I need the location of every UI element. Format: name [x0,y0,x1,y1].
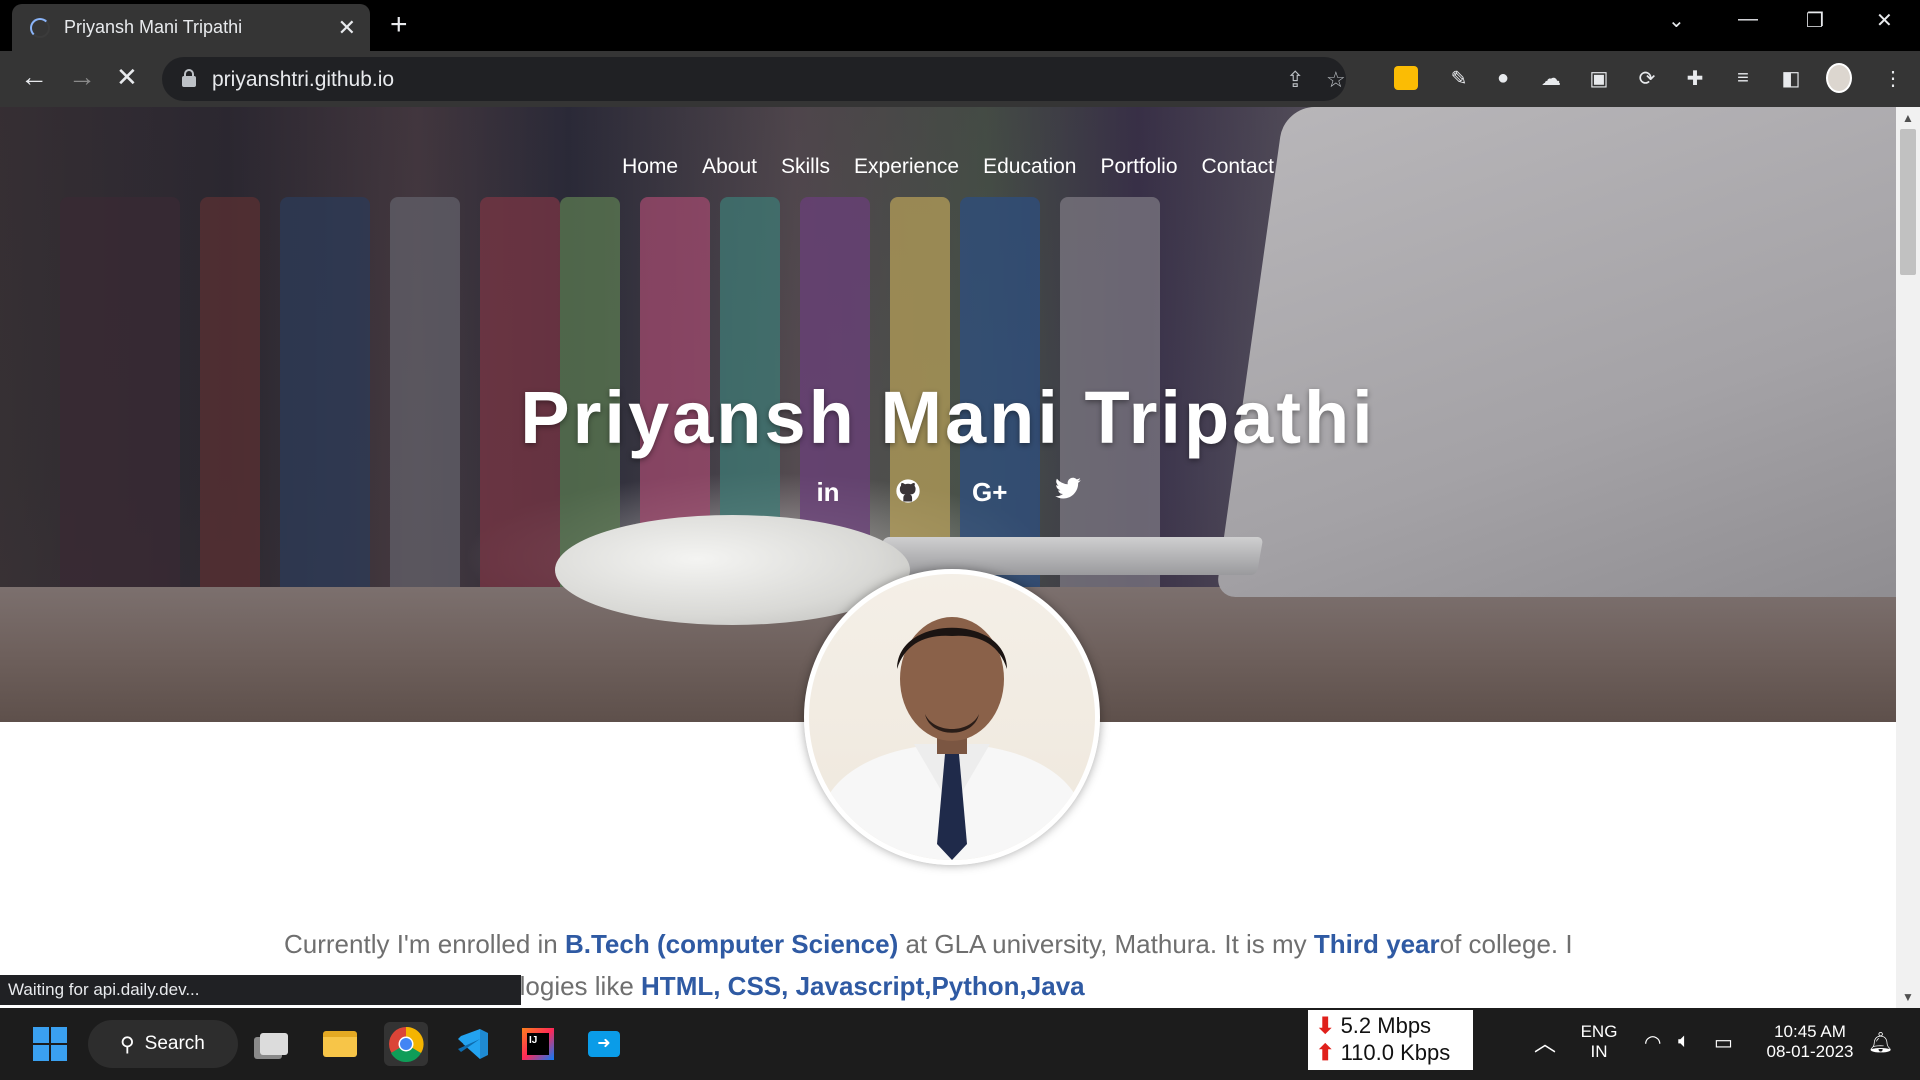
social-links: in G+ [0,477,1896,512]
battery-icon[interactable]: ▭ [1714,1030,1733,1055]
nav-about[interactable]: About [702,155,757,179]
browser-tab[interactable]: Priyansh Mani Tripathi ✕ [12,4,370,51]
close-window-button[interactable]: ✕ [1876,8,1893,33]
twitter-icon[interactable] [1052,477,1084,512]
extension-cloud-icon[interactable]: ☁ [1538,65,1564,91]
extension-pip-icon[interactable]: ▣ [1586,65,1612,91]
profile-photo [804,569,1100,865]
scroll-down-arrow-icon[interactable]: ▼ [1896,990,1920,1004]
forward-button[interactable]: → [68,63,96,91]
share-icon[interactable]: ⇪ [1286,67,1304,93]
page-scrollbar[interactable]: ▲ ▼ [1896,107,1920,1008]
chrome-menu-icon[interactable]: ⋮ [1880,65,1906,91]
media-control-icon[interactable]: ≡ [1730,65,1756,91]
about-technologies: HTML, CSS, Javascript,Python,Java [641,971,1085,1001]
extension-mouse-icon[interactable]: ● [1490,65,1516,91]
url-text[interactable]: priyanshtri.github.io [212,68,394,92]
wifi-icon[interactable]: ◠ [1644,1030,1661,1055]
browser-toolbar: ← → ✕ priyanshtri.github.io ⇪ ☆ ✎ ● ☁ ▣ … [0,51,1920,107]
profile-avatar[interactable] [1826,63,1852,93]
nav-portfolio[interactable]: Portfolio [1100,155,1177,179]
minimize-button[interactable]: — [1738,8,1758,31]
clock-date: 08-01-2023 [1766,1042,1854,1061]
language-code: ENG [1580,1022,1618,1041]
chrome-taskbar-icon[interactable] [384,1022,428,1066]
back-button[interactable]: ← [20,63,48,91]
start-button[interactable] [28,1022,72,1066]
new-tab-button[interactable]: + [390,10,408,40]
upload-speed: 110.0 Kbps [1340,1040,1451,1065]
search-icon: ⚲ [120,1033,135,1056]
vscode-icon[interactable] [450,1022,494,1066]
about-degree: B.Tech (computer Science) [564,929,899,959]
extension-sync-icon[interactable]: ⟳ [1634,65,1660,91]
about-text-2: at GLA university, Mathura. It is my [898,929,1314,959]
scrollbar-thumb[interactable] [1900,129,1916,275]
windows-taskbar: ⚲ Search IJ ➜ ⬇ 5.2 Mbps ⬆ 110.0 Kbps ︿ … [0,1008,1920,1080]
extension-keep-icon[interactable] [1393,65,1419,91]
about-year: Third year [1313,929,1440,959]
web-page: Home About Skills Experience Education P… [0,107,1896,1008]
restore-button[interactable]: ❐ [1806,8,1824,33]
laptop-image [1215,107,1896,597]
site-navigation: Home About Skills Experience Education P… [0,155,1896,179]
about-text-1: Currently I'm enrolled in [284,929,565,959]
extension-pen-icon[interactable]: ✎ [1446,65,1472,91]
nav-skills[interactable]: Skills [781,155,830,179]
tray-chevron-icon[interactable]: ︿ [1534,1026,1556,1058]
intellij-icon[interactable]: IJ [516,1022,560,1066]
scroll-up-arrow-icon[interactable]: ▲ [1896,111,1920,125]
lock-icon[interactable] [182,69,196,87]
tab-close-icon[interactable]: ✕ [338,15,356,41]
github-icon[interactable] [892,477,924,512]
extensions-puzzle-icon[interactable]: ✚ [1682,65,1708,91]
linkedin-icon[interactable]: in [812,477,844,512]
region-code: IN [1590,1042,1608,1061]
notification-bell-icon[interactable]: 🔔︎ [1868,1030,1893,1055]
remote-desktop-icon[interactable]: ➜ [582,1022,626,1066]
nav-education[interactable]: Education [983,155,1076,179]
nav-experience[interactable]: Experience [854,155,959,179]
tab-search-icon[interactable]: ⌄ [1668,8,1685,33]
volume-icon[interactable]: 🔈︎ [1678,1030,1690,1053]
clock-time: 10:45 AM [1774,1022,1846,1041]
task-view-icon[interactable] [252,1022,296,1066]
hero-name: Priyansh Mani Tripathi [520,376,1376,459]
address-bar[interactable]: priyanshtri.github.io ⇪ ☆ [162,57,1346,101]
nav-contact[interactable]: Contact [1202,155,1274,179]
language-indicator[interactable]: ENG IN [1578,1022,1620,1062]
download-speed: 5.2 Mbps [1340,1013,1432,1038]
nav-home[interactable]: Home [622,155,678,179]
google-plus-icon[interactable]: G+ [972,477,1007,512]
bookmark-star-icon[interactable]: ☆ [1326,67,1346,93]
tab-title: Priyansh Mani Tripathi [64,17,243,37]
stop-loading-button[interactable]: ✕ [116,63,138,91]
network-speed-widget: ⬇ 5.2 Mbps ⬆ 110.0 Kbps [1308,1010,1473,1070]
browser-tab-strip: Priyansh Mani Tripathi ✕ + ⌄ — ❐ ✕ [0,0,1920,51]
file-explorer-icon[interactable] [318,1022,362,1066]
status-bubble: Waiting for api.daily.dev... [0,975,521,1005]
side-panel-icon[interactable]: ◧ [1778,65,1804,91]
loading-spinner-icon [30,17,50,38]
clock[interactable]: 10:45 AM 08-01-2023 [1760,1022,1860,1062]
search-label: Search [144,1033,205,1054]
taskbar-search[interactable]: ⚲ Search [88,1020,238,1068]
